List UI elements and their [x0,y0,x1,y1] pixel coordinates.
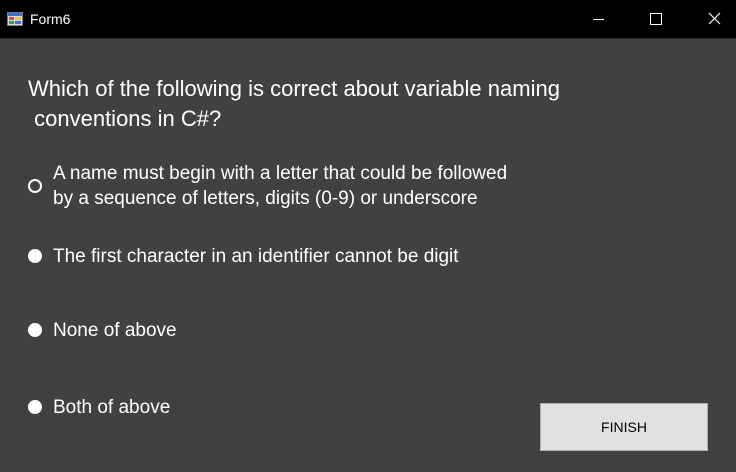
answer-option-1[interactable]: A name must begin with a letter that cou… [28,161,507,213]
answer-option-4[interactable]: Both of above [28,395,170,421]
maximize-button[interactable] [628,0,686,38]
maximize-icon [650,13,662,25]
answer-option-2[interactable]: The first character in an identifier can… [28,244,459,270]
question-text: Which of the following is correct about … [28,76,560,131]
minimize-icon [593,19,604,20]
radio-button-icon[interactable] [28,179,42,193]
radio-button-icon[interactable] [28,249,42,263]
answer-option-label[interactable]: A name must begin with a letter that cou… [53,161,573,211]
window-title: Form6 [30,11,71,27]
answer-option-3[interactable]: None of above [28,318,177,344]
answer-option-label[interactable]: None of above [53,318,573,343]
radio-button-icon[interactable] [28,400,42,414]
winforms-app-icon [7,12,23,26]
title-bar[interactable]: Form6 [0,0,736,39]
close-button[interactable] [686,0,736,38]
answer-option-label[interactable]: The first character in an identifier can… [53,244,573,269]
minimize-button[interactable] [570,0,628,38]
close-icon [708,12,721,25]
finish-button[interactable]: FINISH [540,403,708,451]
app-window: Form6 Which of the following is correct … [0,0,736,472]
radio-button-icon[interactable] [28,323,42,337]
answer-option-label[interactable]: Both of above [53,395,573,420]
